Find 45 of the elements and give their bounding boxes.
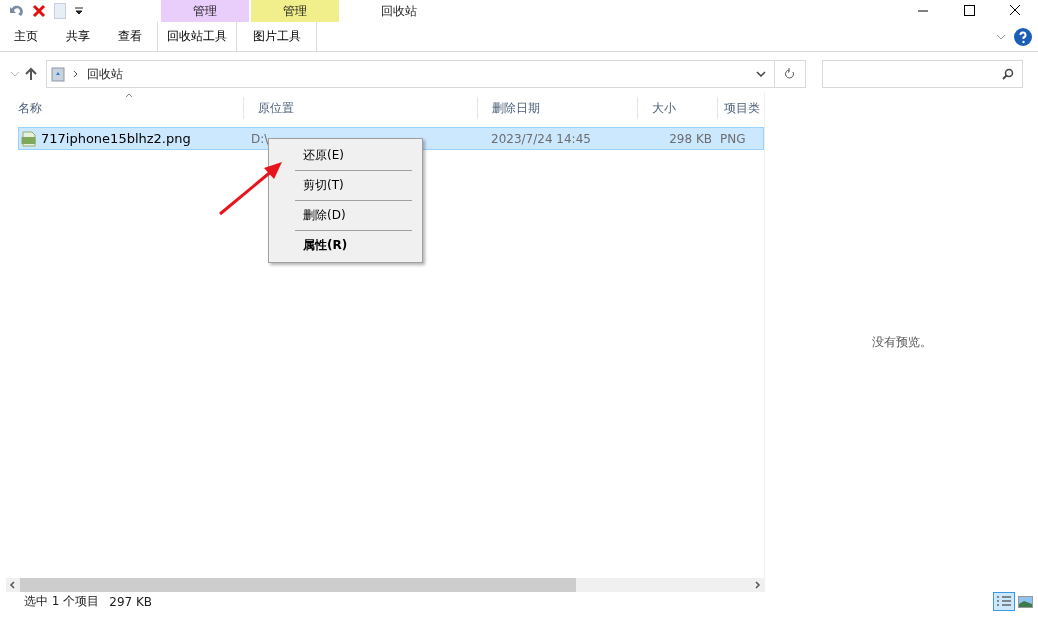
column-header[interactable]: 删除日期	[478, 97, 638, 119]
ribbon-tab[interactable]: 图片工具	[237, 22, 317, 51]
refresh-button[interactable]	[774, 60, 806, 88]
address-bar[interactable]: 回收站	[46, 60, 775, 88]
ribbon-tab[interactable]: 共享	[52, 22, 104, 51]
type-cell-text: PNG	[720, 131, 747, 146]
window-title: 回收站	[381, 2, 417, 20]
search-field[interactable]	[822, 60, 1023, 88]
column-header[interactable]: 项目类	[718, 97, 765, 119]
location-cell-text: D:\	[250, 131, 270, 146]
date-cell-text: 2023/7/24 14:45	[490, 131, 592, 146]
context-tab-header: 管理	[161, 0, 249, 22]
up-arrow-icon[interactable]	[24, 67, 38, 81]
undo-icon[interactable]	[8, 3, 24, 19]
menu-item[interactable]: 还原(E)	[269, 141, 422, 170]
scrollbar-thumb[interactable]	[20, 578, 576, 592]
selection-status: 选中 1 个项目	[23, 593, 100, 610]
column-header[interactable]: 名称	[4, 97, 244, 119]
delete-icon[interactable]	[32, 4, 46, 18]
chevron-down-icon[interactable]	[756, 71, 766, 77]
menu-item[interactable]: 属性(R)	[269, 231, 422, 260]
recycle-bin-icon	[51, 66, 65, 82]
column-header[interactable]: 原位置	[244, 97, 478, 119]
png-file-icon	[21, 130, 37, 147]
menu-item[interactable]: 剪切(T)	[269, 171, 422, 200]
details-view-icon[interactable]	[993, 592, 1015, 611]
column-header[interactable]: 大小	[638, 97, 718, 119]
file-name: 717iphone15blhz2.png	[41, 131, 191, 146]
size-cell-text: 298 KB	[668, 131, 713, 146]
ribbon-tab[interactable]: 回收站工具	[157, 22, 237, 51]
refresh-icon	[784, 68, 796, 80]
search-icon	[1002, 68, 1014, 80]
thumbnail-view-icon[interactable]	[1018, 594, 1034, 610]
address-path[interactable]: 回收站	[87, 65, 123, 83]
horizontal-scrollbar[interactable]	[6, 578, 764, 592]
menu-item[interactable]: 删除(D)	[269, 201, 422, 230]
chevron-right-icon	[73, 70, 79, 78]
context-tab-header: 管理	[251, 0, 339, 22]
ribbon-tab[interactable]: 查看	[104, 22, 156, 51]
help-icon[interactable]	[1014, 27, 1032, 46]
selection-size: 297 KB	[109, 594, 153, 609]
ribbon-tab[interactable]: 主页	[0, 22, 52, 51]
dropdown-icon[interactable]	[74, 7, 84, 15]
sort-up-icon	[125, 93, 133, 98]
no-preview-text: 没有预览。	[871, 334, 932, 351]
